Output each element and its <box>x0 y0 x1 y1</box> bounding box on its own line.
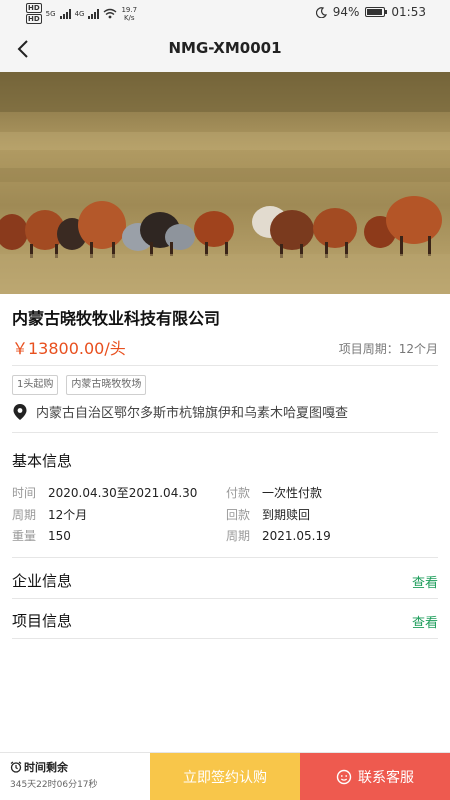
info-key: 周期 <box>12 508 37 522</box>
sign-subscribe-button[interactable]: 立即签约认购 <box>150 753 300 800</box>
info-item: 周期 2021.05.19 <box>226 527 331 544</box>
battery-fill <box>367 9 383 15</box>
info-value: 一次性付款 <box>262 486 323 500</box>
info-value: 150 <box>48 529 71 543</box>
contact-service-button[interactable]: 联系客服 <box>300 753 450 800</box>
network-type: 5G <box>45 9 56 18</box>
net-speed: 19.7 K/s <box>121 6 137 22</box>
info-key: 周期 <box>226 529 251 543</box>
info-value: 2021.05.19 <box>262 529 331 543</box>
tag-min-purchase: 1头起购 <box>12 375 59 395</box>
info-key: 重量 <box>12 529 37 543</box>
time-remaining-title: 时间剩余 <box>24 761 68 774</box>
info-item: 付款 一次性付款 <box>226 484 322 501</box>
info-item: 周期 12个月 <box>12 506 87 523</box>
time-remaining-title-row: 时间剩余 <box>10 759 150 775</box>
project-info-title: 项目信息 <box>12 612 73 630</box>
address-text: 内蒙古自治区鄂尔多斯市杭锦旗伊和乌素木哈夏图嘎查 <box>36 406 349 421</box>
divider <box>12 598 438 599</box>
sign-subscribe-label: 立即签约认购 <box>183 769 267 786</box>
network-type: 4G <box>74 9 85 18</box>
net-speed-unit: K/s <box>123 13 135 22</box>
info-key: 回款 <box>226 508 251 522</box>
product-image <box>0 72 450 294</box>
hd-badge: HD <box>26 3 42 13</box>
bottom-action-bar: 时间剩余 345天22时06分17秒 立即签约认购 联系客服 <box>0 752 450 800</box>
cattle-photo <box>0 72 450 294</box>
basic-info-title: 基本信息 <box>12 452 73 470</box>
alarm-clock-icon <box>10 761 22 773</box>
battery-icon <box>365 7 388 17</box>
info-item: 时间 2020.04.30至2021.04.30 <box>12 484 197 501</box>
signal-icon <box>59 8 71 19</box>
wifi-icon <box>104 8 117 19</box>
time-remaining-value: 345天22时06分17秒 <box>10 780 98 790</box>
contact-service-label: 联系客服 <box>358 769 414 786</box>
price: ￥13800.00/头 <box>12 339 126 358</box>
moon-icon <box>315 6 327 18</box>
company-name: 内蒙古晓牧牧业科技有限公司 <box>12 309 221 328</box>
info-value: 到期赎回 <box>262 508 311 522</box>
net-speed-value: 19.7 <box>121 5 138 14</box>
info-value: 12个月 <box>48 508 88 522</box>
enterprise-info-title: 企业信息 <box>12 572 73 590</box>
info-value: 2020.04.30至2021.04.30 <box>48 486 198 500</box>
customer-service-icon <box>336 769 352 784</box>
period-label: 项目周期： <box>338 342 399 356</box>
address-row: 内蒙古自治区鄂尔多斯市杭锦旗伊和乌素木哈夏图嘎查 <box>12 402 348 421</box>
divider <box>12 432 438 433</box>
battery-percent: 94% <box>332 5 360 19</box>
status-right: 94% 01:53 <box>315 5 426 19</box>
status-left: HD HD 5G 4G 19.7 K/s <box>26 3 137 24</box>
view-enterprise-link[interactable]: 查看 <box>412 572 438 591</box>
clock: 01:53 <box>391 5 426 19</box>
info-item: 重量 150 <box>12 527 71 544</box>
project-period: 项目周期：12个月 <box>339 340 438 357</box>
divider <box>12 365 438 366</box>
page-title: NMG-XM0001 <box>168 39 282 57</box>
info-item: 回款 到期赎回 <box>226 506 310 523</box>
info-key: 时间 <box>12 486 37 500</box>
location-pin-icon <box>13 403 27 420</box>
time-remaining: 时间剩余 345天22时06分17秒 <box>0 753 150 800</box>
divider <box>12 638 438 639</box>
hd-badge: HD <box>26 14 42 24</box>
period-value: 12个月 <box>398 342 438 356</box>
nav-bar: NMG-XM0001 <box>0 26 450 72</box>
status-bar: HD HD 5G 4G 19.7 K/s 94% 01:53 <box>0 0 450 26</box>
tag-list: 1头起购 内蒙古晓牧牧场 <box>12 375 147 395</box>
signal-icon <box>88 8 100 19</box>
tag-ranch: 内蒙古晓牧牧场 <box>66 375 147 395</box>
info-key: 付款 <box>226 486 251 500</box>
view-project-link[interactable]: 查看 <box>412 612 438 631</box>
divider <box>12 557 438 558</box>
